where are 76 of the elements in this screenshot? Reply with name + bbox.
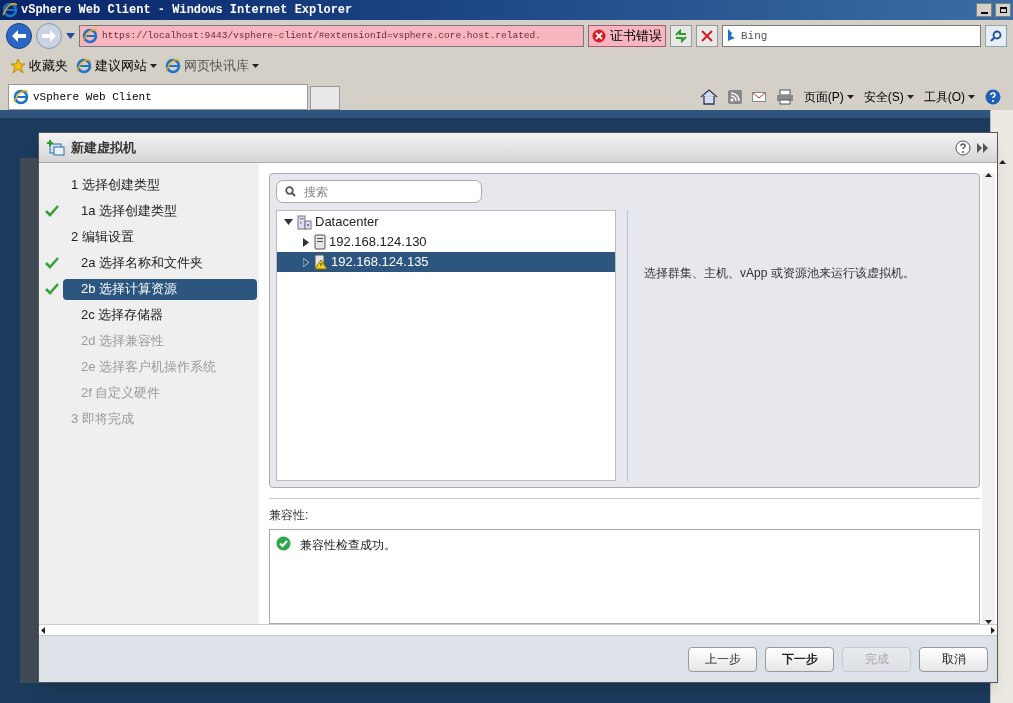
back-button[interactable]: [6, 23, 32, 49]
expand-icon[interactable]: [977, 142, 989, 153]
certificate-error-badge[interactable]: 证书错误: [588, 25, 666, 47]
wizard-step[interactable]: 2a 选择名称和文件夹: [63, 252, 257, 274]
help-icon[interactable]: [985, 89, 1001, 105]
search-icon: [285, 186, 296, 197]
checkmark-icon: [45, 283, 59, 295]
ie-logo-icon: [82, 28, 98, 44]
instruction-text: 选择群集、主机、vApp 或资源池来运行该虚拟机。: [644, 266, 915, 280]
ie-logo-icon: [76, 58, 92, 74]
scroll-down-arrow-icon[interactable]: [985, 620, 992, 624]
rss-feed-icon[interactable]: [727, 90, 742, 104]
tree-item[interactable]: Datacenter: [277, 212, 615, 232]
printer-icon[interactable]: [775, 89, 794, 105]
star-icon: [10, 58, 26, 74]
dropdown-arrow-icon[interactable]: [252, 64, 259, 68]
dropdown-arrow-icon[interactable]: [150, 64, 157, 68]
b-logo-icon: [727, 29, 737, 43]
scroll-left-arrow-icon[interactable]: [41, 626, 45, 634]
server-icon: [314, 234, 326, 250]
home-icon[interactable]: [699, 89, 718, 105]
ie-logo-icon: [165, 58, 181, 74]
tree-item[interactable]: 192.168.124.135: [277, 252, 615, 272]
favorites-item[interactable]: 网页快讯库: [165, 56, 259, 76]
close-icon: [701, 30, 713, 42]
forward-arrow-icon: [42, 30, 56, 42]
stop-button[interactable]: [696, 25, 718, 47]
minimize-button[interactable]: [976, 3, 992, 17]
search-field[interactable]: Bing: [722, 25, 981, 47]
horizontal-scrollbar[interactable]: [39, 624, 997, 636]
refresh-button[interactable]: [670, 25, 692, 47]
wizard-step[interactable]: 2b 选择计算资源: [63, 278, 257, 300]
checkmark-icon: [45, 257, 59, 269]
dropdown-arrow-icon: [846, 95, 854, 99]
wizard-step[interactable]: 2c 选择存储器: [63, 304, 257, 326]
command-menu[interactable]: 工具(O): [923, 88, 975, 106]
help-icon[interactable]: [955, 139, 971, 156]
favorites-item[interactable]: 收藏夹: [10, 56, 68, 76]
command-menu[interactable]: 页面(P): [803, 88, 854, 106]
wizard-step[interactable]: 1 选择创建类型: [63, 174, 257, 196]
dialog-title: 新建虚拟机: [71, 138, 136, 157]
success-check-icon: [276, 536, 291, 551]
wizard-button[interactable]: 下一步: [765, 646, 834, 672]
ie-logo-icon: [13, 89, 29, 105]
scroll-up-arrow-icon[interactable]: [998, 160, 1006, 164]
back-arrow-icon: [12, 30, 26, 42]
ie-logo-icon: [2, 2, 18, 18]
dropdown-arrow-icon[interactable]: [66, 33, 75, 39]
wizard-button[interactable]: 上一步: [688, 646, 757, 672]
command-menu[interactable]: 安全(S): [863, 88, 914, 106]
search-field[interactable]: 搜索: [276, 180, 482, 203]
browser-tab[interactable]: vSphere Web Client: [8, 84, 308, 110]
favorites-item[interactable]: 建议网站: [76, 56, 157, 76]
address-field[interactable]: https://localhost:9443/vsphere-client/#extensionId=vsphere.core.host.related.: [79, 25, 584, 47]
search-icon: [990, 30, 1002, 42]
building-icon: [296, 214, 312, 230]
checkmark-icon: [45, 205, 59, 217]
tree-item[interactable]: 192.168.124.130: [277, 232, 615, 252]
refresh-arrows-icon: [674, 29, 688, 43]
wizard-button[interactable]: 取消: [919, 646, 988, 672]
scroll-up-arrow-icon[interactable]: [985, 173, 992, 177]
title-bar: vSphere Web Client - Windows Internet Explorer: [0, 0, 1013, 20]
compatibility-box: 兼容性检查成功。: [269, 529, 980, 624]
mail-icon[interactable]: [751, 92, 766, 102]
wizard-step[interactable]: 1a 选择创建类型: [63, 200, 257, 222]
dropdown-arrow-icon: [906, 95, 914, 99]
restore-button[interactable]: [995, 3, 1011, 17]
server-warning-icon: [314, 254, 328, 270]
scroll-right-arrow-icon[interactable]: [991, 626, 995, 634]
wizard-step[interactable]: 2 编辑设置: [63, 226, 257, 248]
new-vm-icon: [47, 139, 65, 156]
search-button[interactable]: [985, 25, 1007, 47]
vertical-scrollbar[interactable]: [982, 173, 995, 624]
compatibility-label: 兼容性:: [269, 507, 310, 524]
dropdown-arrow-icon: [968, 95, 975, 99]
collapse-arrow-icon[interactable]: [283, 219, 293, 225]
